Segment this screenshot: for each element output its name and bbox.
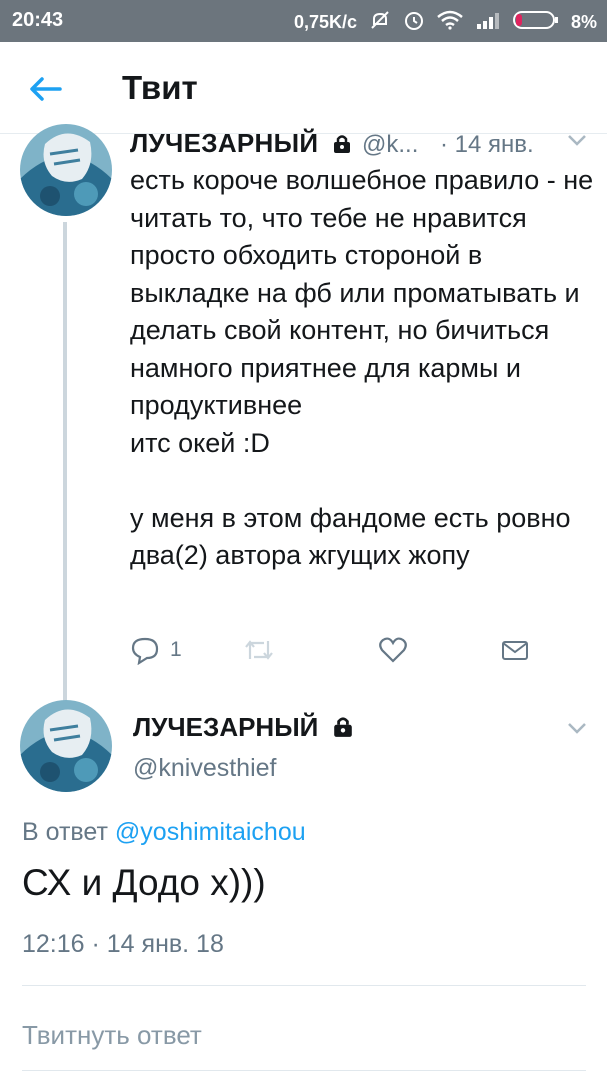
chevron-down-icon xyxy=(568,135,586,146)
envelope-icon xyxy=(502,641,528,660)
like-button[interactable] xyxy=(378,632,408,668)
avatar[interactable] xyxy=(20,700,112,792)
parent-tweet-text: есть короче волшебное правило - не читат… xyxy=(130,162,600,575)
thread-connector xyxy=(63,222,67,702)
alarm-icon xyxy=(403,9,425,36)
mute-icon xyxy=(369,9,391,36)
retweet-button[interactable] xyxy=(242,632,276,668)
parent-author-name-text: ЛУЧЕЗАРНЫЙ xyxy=(130,128,319,158)
divider xyxy=(22,1070,586,1071)
divider xyxy=(22,985,586,986)
author-handle[interactable]: @knivesthief xyxy=(133,754,277,783)
status-time: 20:43 xyxy=(12,9,64,31)
tweet-actions: 1 xyxy=(130,632,550,668)
network-speed: 0,75K/c xyxy=(293,12,357,32)
parent-date[interactable]: · 14 янв. xyxy=(440,131,534,159)
app-bar: Твит xyxy=(0,42,607,134)
reply-icon xyxy=(131,637,159,665)
parent-author-handle[interactable]: @k... xyxy=(362,131,418,159)
parent-menu-button[interactable] xyxy=(566,132,588,153)
page-title: Твит xyxy=(122,69,198,106)
tweet-text: СХ и Додо х))) xyxy=(22,862,266,903)
retweet-icon xyxy=(245,640,273,660)
heart-icon xyxy=(379,637,407,663)
tweet-timestamp: 12:16 · 14 янв. 18 xyxy=(22,930,224,958)
battery-percent: 8% xyxy=(570,12,597,32)
reply-button[interactable]: 1 xyxy=(130,632,182,668)
lock-icon xyxy=(332,714,354,745)
battery-icon xyxy=(512,10,559,35)
wifi-icon xyxy=(437,10,463,35)
parent-author-name[interactable]: ЛУЧЕЗАРНЫЙ xyxy=(130,128,352,161)
parent-paragraph-2: у меня в этом фандоме есть ровно два(2) … xyxy=(130,502,571,571)
avatar[interactable] xyxy=(20,124,112,216)
parent-paragraph-1: есть короче волшебное правило - не читат… xyxy=(130,165,594,458)
reply-mention-link[interactable]: @yoshimitaichou xyxy=(115,818,306,846)
tweet-menu-button[interactable] xyxy=(566,720,588,741)
signal-icon xyxy=(475,10,501,35)
arrow-left-icon xyxy=(30,77,62,101)
reply-context: В ответ @yoshimitaichou xyxy=(22,818,306,847)
lock-icon xyxy=(332,130,352,161)
status-bar: 20:43 0,75K/c 8% xyxy=(0,0,607,42)
reply-input[interactable]: Твитнуть ответ xyxy=(22,1020,586,1060)
author-name[interactable]: ЛУЧЕЗАРНЫЙ xyxy=(133,712,354,745)
reply-count: 1 xyxy=(170,638,182,661)
status-indicators: 0,75K/c 8% xyxy=(294,9,597,36)
back-button[interactable] xyxy=(26,72,66,106)
direct-message-button[interactable] xyxy=(500,632,530,668)
reply-prefix: В ответ xyxy=(22,818,108,846)
chevron-down-icon xyxy=(568,723,586,734)
author-name-text: ЛУЧЕЗАРНЫЙ xyxy=(133,712,319,742)
